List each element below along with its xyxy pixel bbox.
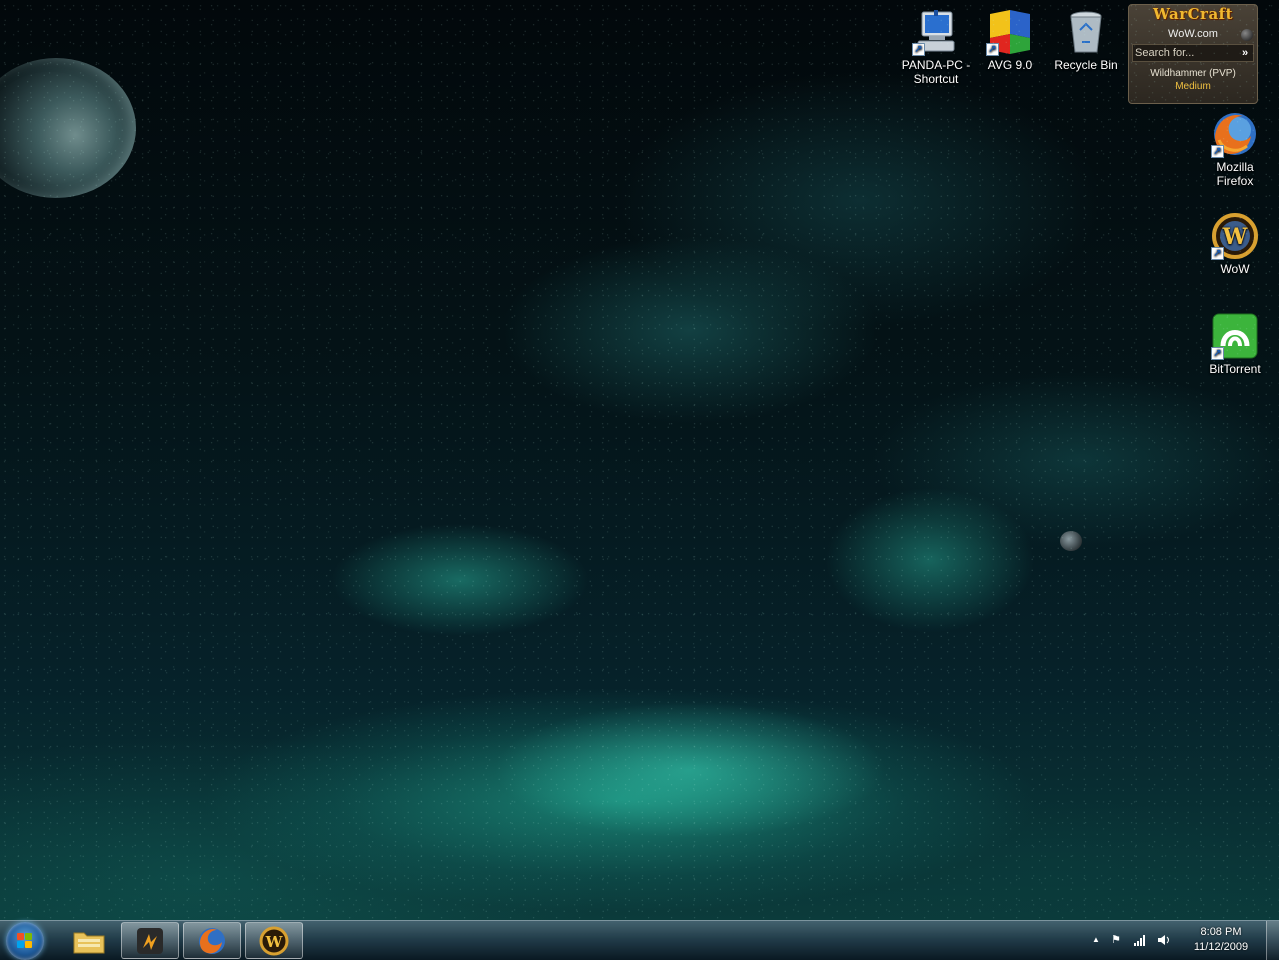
taskbar-firefox-button[interactable] bbox=[183, 922, 241, 959]
computer-icon: ↗ bbox=[912, 8, 960, 56]
desktop-icon-label: WoW bbox=[1220, 262, 1250, 276]
windows-logo-icon bbox=[17, 933, 33, 949]
taskbar: W ▲ ⚑ 8:08 PM 11/12/2009 bbox=[0, 920, 1279, 960]
folder-icon bbox=[73, 932, 105, 953]
bittorrent-icon: ↗ bbox=[1211, 312, 1259, 360]
gadget-search-go-button[interactable]: » bbox=[1237, 47, 1253, 59]
winamp-icon bbox=[137, 927, 163, 954]
desktop-icon-recycle-bin[interactable]: Recycle Bin bbox=[1048, 8, 1124, 72]
taskbar-wow-button[interactable]: W bbox=[245, 922, 303, 959]
desktop-icon-label: BitTorrent bbox=[1209, 362, 1261, 376]
gadget-search-input[interactable]: Search for... bbox=[1133, 47, 1237, 59]
desktop-wallpaper: ↗ PANDA-PC - Shortcut ↗ AVG 9.0 Recycle … bbox=[0, 0, 1279, 920]
avg-icon: ↗ bbox=[986, 8, 1034, 56]
taskbar-explorer-button[interactable] bbox=[60, 922, 118, 959]
svg-text:W: W bbox=[265, 933, 284, 951]
taskbar-winamp-button[interactable] bbox=[121, 922, 179, 959]
firefox-icon: ↗ bbox=[1211, 110, 1259, 158]
desktop-icon-bittorrent[interactable]: ↗ BitTorrent bbox=[1197, 312, 1273, 376]
gadget-site-link[interactable]: WoW.com bbox=[1129, 28, 1257, 40]
desktop-icon-label: Recycle Bin bbox=[1054, 58, 1118, 72]
wow-icon: W ↗ bbox=[1211, 212, 1259, 260]
show-desktop-button[interactable] bbox=[1266, 921, 1279, 960]
show-hidden-icons-chevron-icon[interactable]: ▲ bbox=[1089, 933, 1103, 947]
wow-gadget[interactable]: WarCraft WoW.com Search for... » Wildham… bbox=[1128, 4, 1258, 104]
action-center-flag-icon[interactable]: ⚑ bbox=[1109, 933, 1123, 947]
small-moon-graphic bbox=[1060, 531, 1082, 551]
network-icon[interactable] bbox=[1133, 933, 1147, 947]
desktop-icon-firefox[interactable]: ↗ Mozilla Firefox bbox=[1197, 110, 1273, 188]
desktop-icon-label: PANDA-PC - Shortcut bbox=[901, 58, 971, 86]
wow-icon: W bbox=[259, 926, 289, 955]
desktop-icon-label: AVG 9.0 bbox=[987, 58, 1033, 72]
volume-icon[interactable] bbox=[1157, 933, 1171, 947]
warcraft-logo: WarCraft bbox=[1152, 5, 1234, 23]
desktop-icon-avg[interactable]: ↗ AVG 9.0 bbox=[972, 8, 1048, 72]
gadget-realm-population: Medium bbox=[1175, 81, 1211, 92]
desktop-icon-wow[interactable]: W ↗ WoW bbox=[1197, 212, 1273, 276]
desktop-icon-panda-pc[interactable]: ↗ PANDA-PC - Shortcut bbox=[898, 8, 974, 86]
clock-time: 8:08 PM bbox=[1200, 926, 1242, 938]
gadget-realm-name: Wildhammer (PVP) bbox=[1150, 68, 1236, 79]
desktop-icon-label: Mozilla Firefox bbox=[1216, 160, 1254, 188]
system-tray: ▲ ⚑ 8:08 PM 11/12/2009 bbox=[1089, 921, 1279, 960]
firefox-icon bbox=[199, 927, 225, 954]
clock-date: 11/12/2009 bbox=[1193, 941, 1249, 953]
planet-graphic bbox=[0, 58, 136, 198]
start-button[interactable] bbox=[6, 922, 44, 960]
svg-text:W: W bbox=[1222, 224, 1248, 250]
gadget-search-box[interactable]: Search for... » bbox=[1132, 44, 1254, 62]
clock[interactable]: 8:08 PM 11/12/2009 bbox=[1187, 925, 1255, 955]
gadget-options-knob-icon[interactable] bbox=[1241, 29, 1253, 41]
recycle-bin-icon bbox=[1062, 8, 1110, 56]
